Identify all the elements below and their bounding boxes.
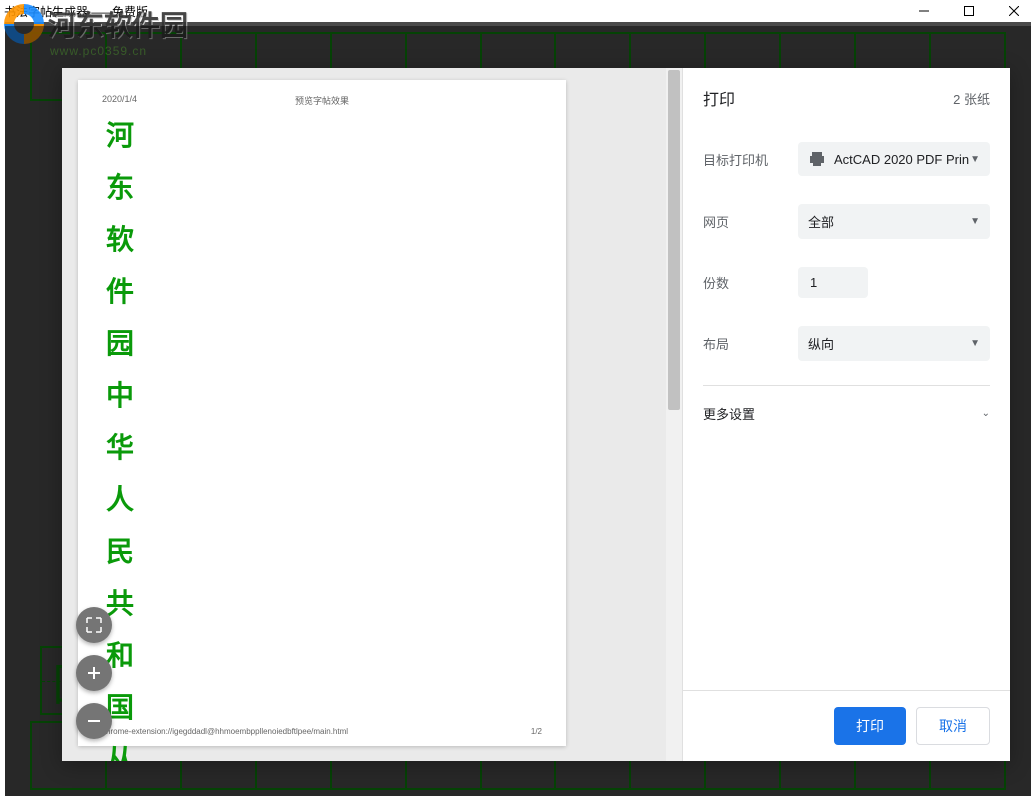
- preview-char: 和: [106, 634, 542, 674]
- more-settings-toggle[interactable]: 更多设置 ⌄: [703, 385, 990, 441]
- destination-dropdown[interactable]: ActCAD 2020 PDF Prin ▼: [798, 142, 990, 176]
- preview-char: 中: [106, 374, 542, 414]
- minimize-button[interactable]: [901, 0, 946, 22]
- page-date: 2020/1/4: [102, 94, 137, 104]
- copies-label: 份数: [703, 273, 798, 292]
- more-settings-label: 更多设置: [703, 404, 755, 423]
- page-number: 1/2: [531, 727, 542, 736]
- preview-char: 园: [106, 322, 542, 362]
- page-footer-url: chrome-extension://igegddadl@hhmoembppll…: [102, 727, 348, 736]
- chevron-down-icon: ▼: [970, 216, 980, 227]
- pages-dropdown[interactable]: 全部 ▼: [798, 204, 990, 239]
- copies-input[interactable]: [798, 267, 868, 298]
- layout-label: 布局: [703, 334, 798, 353]
- preview-char: 民: [106, 530, 542, 570]
- print-button[interactable]: 打印: [834, 707, 906, 745]
- zoom-in-button[interactable]: [76, 655, 112, 691]
- fullscreen-icon: [86, 617, 102, 633]
- preview-pane: 2020/1/4 预览字帖效果 河 东 软 件 园 中 华 人 民 共 和 国 …: [62, 68, 682, 761]
- preview-char: 件: [106, 270, 542, 310]
- preview-char: 国: [106, 686, 542, 726]
- printer-icon: [808, 150, 826, 168]
- preview-char: 东: [106, 166, 542, 206]
- window-controls: [901, 0, 1036, 22]
- pages-label: 网页: [703, 212, 798, 231]
- preview-char: 共: [106, 582, 542, 622]
- preview-char: 河: [106, 114, 542, 154]
- destination-value: ActCAD 2020 PDF Prin: [834, 152, 970, 167]
- scrollbar-thumb[interactable]: [668, 70, 680, 410]
- chevron-down-icon: ▼: [970, 154, 980, 165]
- pages-value: 全部: [808, 212, 970, 231]
- cancel-button[interactable]: 取消: [916, 707, 990, 745]
- scrollbar[interactable]: [666, 68, 682, 761]
- chevron-down-icon: ⌄: [982, 408, 990, 419]
- preview-char: 从: [106, 738, 542, 761]
- zoom-out-button[interactable]: [76, 703, 112, 739]
- plus-icon: [86, 665, 102, 681]
- print-dialog: 2020/1/4 预览字帖效果 河 东 软 件 园 中 华 人 民 共 和 国 …: [62, 68, 1010, 761]
- layout-dropdown[interactable]: 纵向 ▼: [798, 326, 990, 361]
- preview-char: 华: [106, 426, 542, 466]
- destination-label: 目标打印机: [703, 150, 798, 169]
- settings-pane: 打印 2 张纸 目标打印机 ActCAD 2020 PDF Prin ▼ 网页: [682, 68, 1010, 761]
- minus-icon: [86, 713, 102, 729]
- preview-char: 软: [106, 218, 542, 258]
- page-header-title: 预览字帖效果: [295, 94, 349, 107]
- close-button[interactable]: [991, 0, 1036, 22]
- print-title: 打印: [703, 86, 735, 110]
- layout-value: 纵向: [808, 334, 970, 353]
- preview-scroll[interactable]: 2020/1/4 预览字帖效果 河 东 软 件 园 中 华 人 民 共 和 国 …: [62, 68, 666, 761]
- preview-char: 人: [106, 478, 542, 518]
- sheets-count: 2 张纸: [953, 89, 990, 108]
- preview-page: 2020/1/4 预览字帖效果 河 东 软 件 园 中 华 人 民 共 和 国 …: [78, 80, 566, 746]
- chevron-down-icon: ▼: [970, 338, 980, 349]
- maximize-button[interactable]: [946, 0, 991, 22]
- preview-chars: 河 东 软 件 园 中 华 人 民 共 和 国 从: [106, 114, 542, 761]
- fullscreen-button[interactable]: [76, 607, 112, 643]
